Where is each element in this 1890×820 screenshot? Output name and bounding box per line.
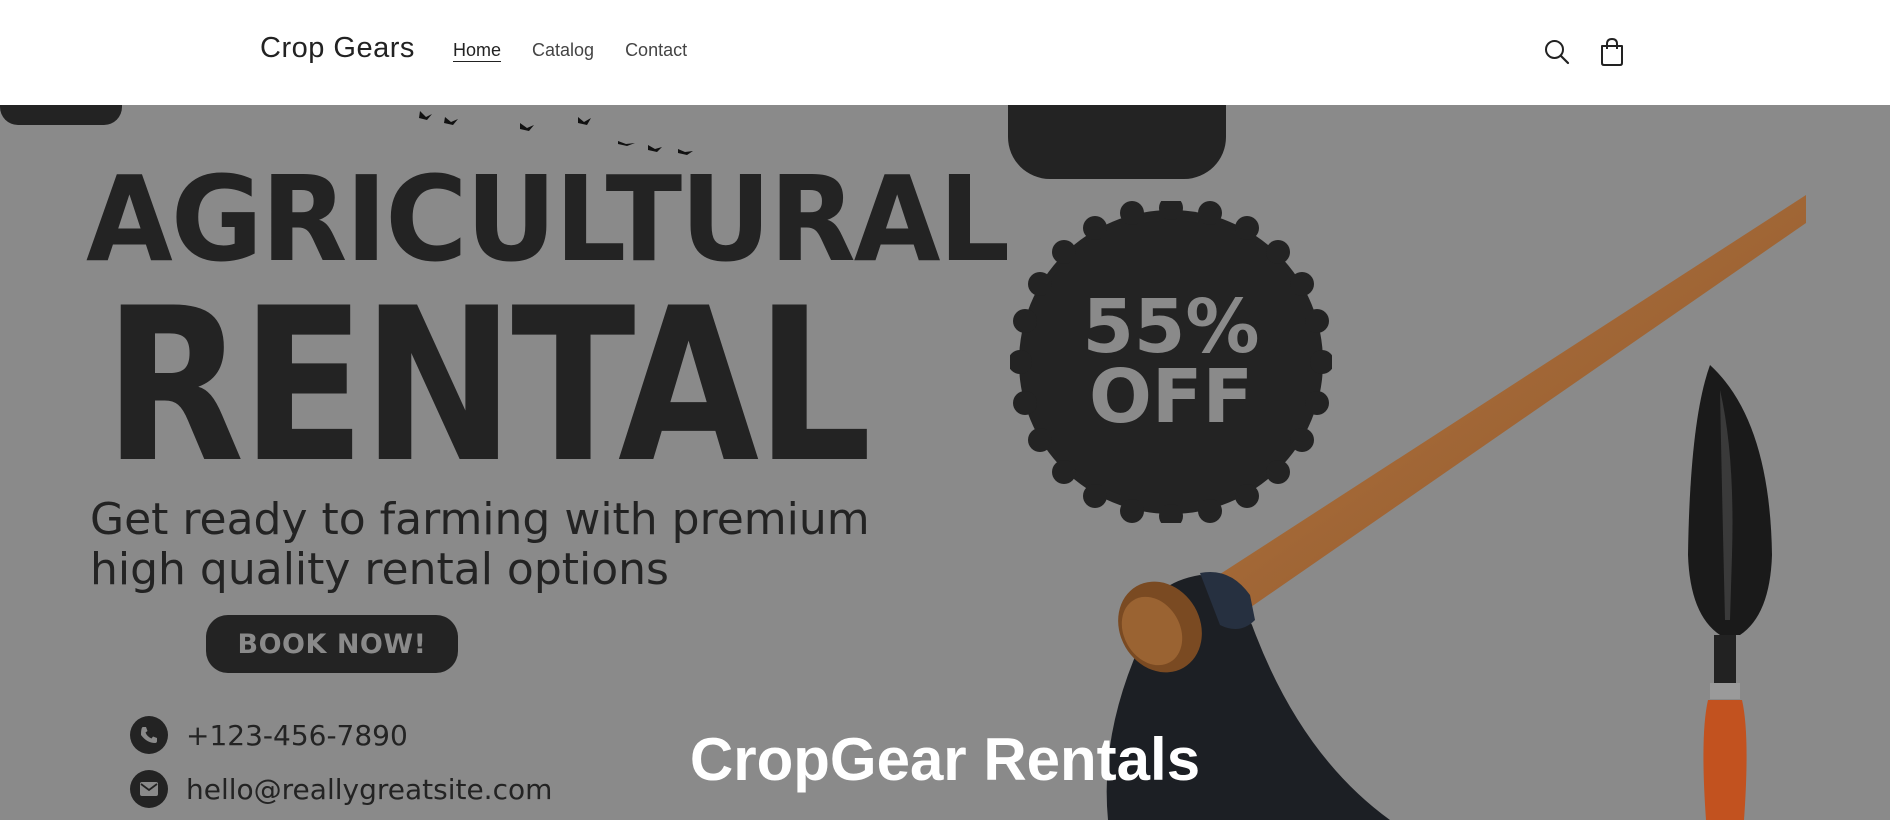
headline-rental: RENTAL <box>104 262 872 509</box>
search-icon[interactable] <box>1537 32 1577 72</box>
site-header: Crop Gears Home Catalog Contact <box>0 0 1890 105</box>
brand-logo[interactable]: Crop Gears <box>260 32 415 65</box>
cart-icon[interactable] <box>1592 32 1632 72</box>
hero-banner: AGRICULTURAL RENTAL Get ready to farming… <box>0 105 1890 820</box>
subtitle-line: high quality rental options <box>90 544 669 595</box>
hero-subtitle: Get ready to farming with premium high q… <box>90 495 910 595</box>
decorative-shape <box>1008 105 1226 179</box>
decorative-shape <box>0 105 122 125</box>
page-title: CropGear Rentals <box>689 726 1201 793</box>
book-now-button[interactable]: BOOK NOW! <box>206 615 458 673</box>
nav-contact[interactable]: Contact <box>625 40 687 61</box>
nav-catalog[interactable]: Catalog <box>532 40 594 61</box>
main-nav: Home Catalog Contact <box>453 40 718 61</box>
subtitle-line: Get ready to farming with premium <box>90 494 870 545</box>
nav-home[interactable]: Home <box>453 40 501 61</box>
headline-agricultural: AGRICULTURAL <box>86 150 1010 288</box>
